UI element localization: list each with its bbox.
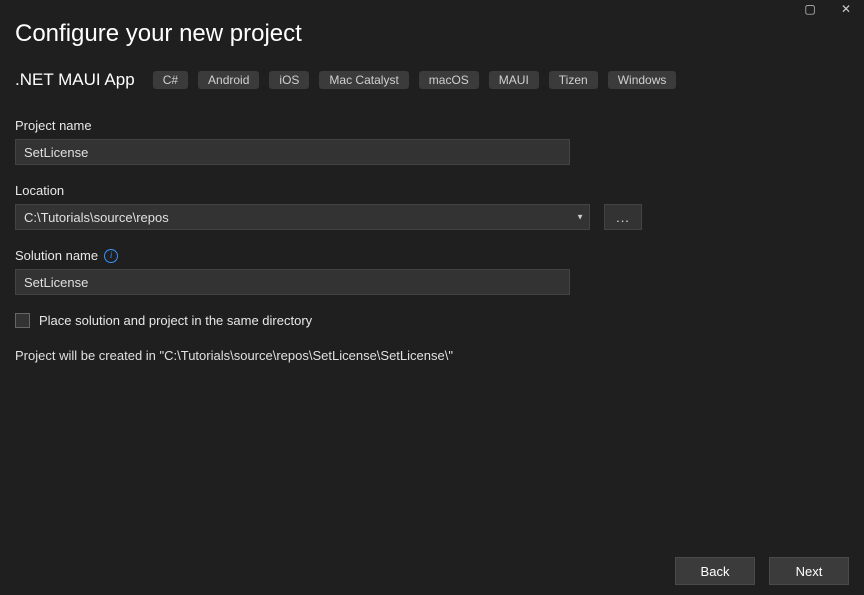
location-row: ▼ ...: [15, 204, 849, 230]
maximize-button[interactable]: ▢: [792, 0, 828, 18]
tag: macOS: [419, 71, 479, 89]
template-name: .NET MAUI App: [15, 70, 135, 90]
tag: iOS: [269, 71, 309, 89]
tag: MAUI: [489, 71, 539, 89]
project-name-label: Project name: [15, 118, 849, 133]
footer: Back Next: [675, 557, 849, 585]
browse-button[interactable]: ...: [604, 204, 642, 230]
tag: Windows: [608, 71, 677, 89]
location-group: Location ▼ ...: [15, 183, 849, 230]
location-input[interactable]: [15, 204, 590, 230]
page-title: Configure your new project: [15, 20, 849, 48]
close-icon: ✕: [841, 2, 851, 16]
solution-name-label: Solution name: [15, 248, 98, 263]
same-directory-label: Place solution and project in the same d…: [39, 313, 312, 328]
project-name-input[interactable]: [15, 139, 570, 165]
close-button[interactable]: ✕: [828, 0, 864, 18]
same-directory-checkbox[interactable]: [15, 313, 30, 328]
solution-name-label-row: Solution name i: [15, 248, 849, 263]
path-preview: Project will be created in "C:\Tutorials…: [15, 348, 849, 363]
tags-container: C# Android iOS Mac Catalyst macOS MAUI T…: [153, 71, 677, 89]
location-dropdown-wrapper: ▼: [15, 204, 590, 230]
next-button[interactable]: Next: [769, 557, 849, 585]
template-row: .NET MAUI App C# Android iOS Mac Catalys…: [15, 70, 849, 90]
maximize-icon: ▢: [804, 2, 815, 16]
main-content: Configure your new project .NET MAUI App…: [0, 0, 864, 363]
solution-name-input[interactable]: [15, 269, 570, 295]
back-button[interactable]: Back: [675, 557, 755, 585]
same-directory-row: Place solution and project in the same d…: [15, 313, 849, 328]
info-icon[interactable]: i: [104, 249, 118, 263]
title-bar-controls: ▢ ✕: [792, 0, 864, 18]
solution-name-group: Solution name i: [15, 248, 849, 295]
tag: Mac Catalyst: [319, 71, 408, 89]
tag: C#: [153, 71, 188, 89]
tag: Tizen: [549, 71, 598, 89]
location-label: Location: [15, 183, 849, 198]
tag: Android: [198, 71, 259, 89]
project-name-group: Project name: [15, 118, 849, 165]
